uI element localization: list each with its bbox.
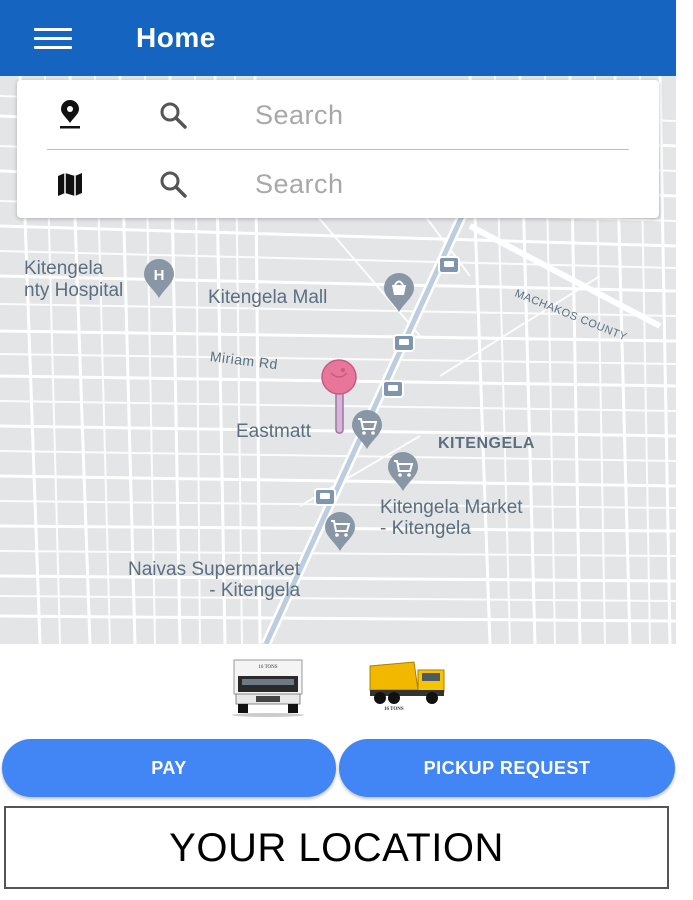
map-label-naivas: Naivas Supermarket - Kitengela — [128, 559, 301, 601]
bus-stop-icon[interactable] — [438, 256, 460, 274]
vehicle-options: 16 TONS 16 TONS — [0, 644, 676, 734]
bus-stop-icon[interactable] — [314, 488, 336, 506]
bus-stop-icon[interactable] — [393, 334, 415, 352]
destination-search-input[interactable] — [253, 163, 617, 205]
map-label-market: Kitengela Market - Kitengela — [380, 497, 523, 539]
hamburger-menu-icon[interactable] — [34, 28, 72, 50]
destination-search-row — [17, 149, 659, 218]
shopping-cart-pin-icon[interactable] — [350, 410, 384, 450]
shopping-cart-pin-icon[interactable] — [323, 512, 357, 552]
map-label-kitengela: KITENGELA — [438, 435, 535, 452]
map-label-hospital: Kitengela nty Hospital — [24, 258, 124, 301]
origin-search-input[interactable] — [253, 94, 617, 136]
map-label-mall: Kitengela Mall — [208, 287, 328, 308]
map-label-eastmatt: Eastmatt — [236, 421, 311, 442]
your-location-label: YOUR LOCATION — [169, 826, 504, 870]
map-icon — [58, 173, 82, 196]
small-truck-option[interactable]: 16 TONS — [226, 654, 310, 718]
dump-truck-option[interactable]: 16 TONS — [366, 656, 450, 712]
pickup-request-button[interactable]: PICKUP REQUEST — [339, 739, 675, 797]
pay-button[interactable]: PAY — [2, 739, 336, 797]
dump-truck-label: 16 TONS — [384, 707, 404, 712]
search-card — [17, 80, 659, 218]
hospital-pin-icon[interactable]: H — [142, 259, 176, 299]
your-location-box[interactable]: YOUR LOCATION — [4, 806, 669, 889]
page-title: Home — [136, 22, 216, 53]
small-truck-label: 16 TONS — [258, 665, 277, 670]
app-bar: Home — [0, 0, 676, 76]
bus-stop-icon[interactable] — [382, 380, 404, 398]
mall-pin-icon[interactable] — [382, 273, 416, 313]
search-icon — [160, 102, 187, 129]
search-icon — [160, 171, 187, 198]
origin-search-row — [17, 80, 659, 149]
location-pin-icon — [60, 100, 80, 129]
shopping-cart-pin-icon[interactable] — [386, 452, 420, 492]
svg-text:H: H — [154, 267, 165, 284]
